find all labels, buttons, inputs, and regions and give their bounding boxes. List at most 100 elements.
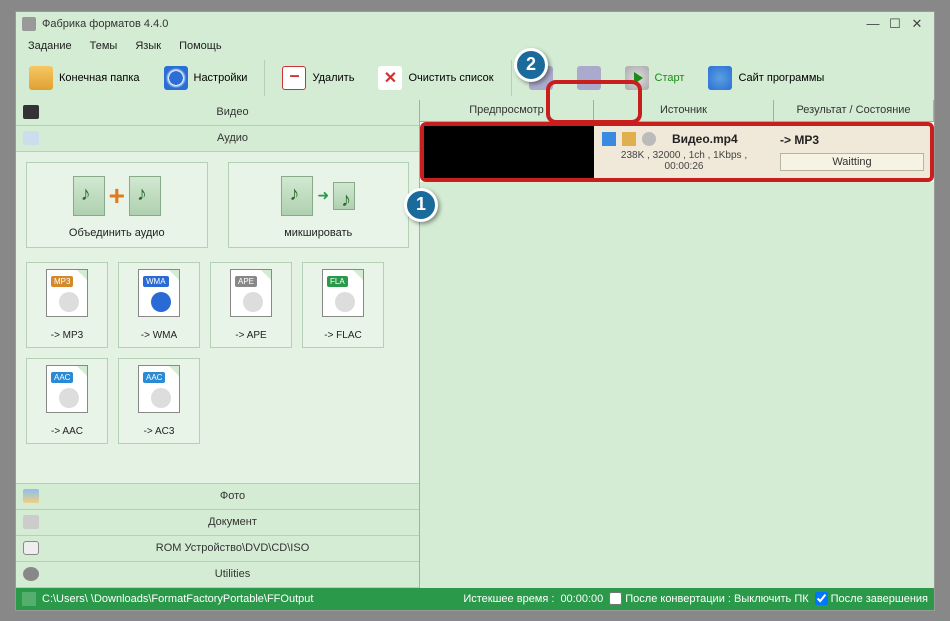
wma-file-icon: WMA [138, 269, 180, 317]
video-icon [23, 105, 39, 119]
menu-task[interactable]: Задание [20, 38, 80, 54]
plus-icon: + [109, 180, 125, 212]
statusbar: C:\Users\ \Downloads\FormatFactoryPortab… [16, 588, 934, 610]
output-folder-label: Конечная папка [59, 72, 140, 84]
category-video[interactable]: Видео [16, 100, 419, 126]
note-icon [333, 182, 355, 210]
folder-icon[interactable] [22, 592, 36, 606]
output-path[interactable]: C:\Users\ \Downloads\FormatFactoryPortab… [42, 593, 313, 605]
category-audio[interactable]: Аудио [16, 126, 419, 152]
start-button[interactable]: Старт [616, 61, 694, 95]
to-ape-tile[interactable]: APE -> APE [210, 262, 292, 348]
info-icon[interactable] [602, 132, 616, 146]
task-fileinfo: 238K , 32000 , 1ch , 1Kbps , 00:00:26 [602, 150, 766, 172]
category-rom-label: ROM Устройство\DVD\CD\ISO [46, 542, 419, 554]
category-photo-label: Фото [46, 490, 419, 502]
folder-icon[interactable] [622, 132, 636, 146]
picture-icon [23, 489, 39, 503]
task-state: Waitting [780, 153, 924, 171]
website-label: Сайт программы [738, 72, 824, 84]
task-source-cell: Видео.mp4 238K , 32000 , 1ch , 1Kbps , 0… [594, 126, 774, 178]
pause-button[interactable] [568, 61, 610, 95]
task-target: -> MP3 [780, 133, 924, 147]
to-ac3-tile[interactable]: AAC -> AC3 [118, 358, 200, 444]
ape-file-icon: APE [230, 269, 272, 317]
to-mp3-tile[interactable]: MP3 -> MP3 [26, 262, 108, 348]
category-document[interactable]: Документ [16, 510, 419, 536]
task-filename: Видео.mp4 [672, 132, 738, 146]
clear-icon [378, 66, 402, 90]
join-audio-tile[interactable]: + Объединить аудио [26, 162, 208, 248]
col-preview[interactable]: Предпросмотр [420, 100, 594, 121]
col-result[interactable]: Результат / Состояние [774, 100, 934, 121]
disc-icon [23, 541, 39, 555]
to-aac-tile[interactable]: AAC -> AAC [26, 358, 108, 444]
to-wma-tile[interactable]: WMA -> WMA [118, 262, 200, 348]
task-list-panel: Предпросмотр Источник Результат / Состоя… [420, 100, 934, 588]
to-ac3-label: -> AC3 [144, 426, 175, 437]
close-button[interactable]: ✕ [906, 16, 928, 32]
minimize-button[interactable]: — [862, 16, 884, 32]
utilities-icon [23, 567, 39, 581]
col-source[interactable]: Источник [594, 100, 774, 121]
note-icon [129, 176, 161, 216]
note-icon [281, 176, 313, 216]
annotation-badge-2: 2 [514, 48, 548, 82]
website-button[interactable]: Сайт программы [699, 61, 833, 95]
maximize-button[interactable]: ☐ [884, 16, 906, 32]
aac-file-icon: AAC [46, 365, 88, 413]
note-icon [73, 176, 105, 216]
clear-list-button[interactable]: Очистить список [369, 61, 502, 95]
category-rom[interactable]: ROM Устройство\DVD\CD\ISO [16, 536, 419, 562]
start-label: Старт [655, 72, 685, 84]
shutdown-after-checkbox[interactable]: После конвертации : Выключить ПК [609, 592, 808, 605]
toolbar-divider [511, 60, 512, 96]
mix-audio-label: микшировать [233, 227, 405, 239]
clear-list-label: Очистить список [408, 72, 493, 84]
to-mp3-label: -> MP3 [51, 330, 84, 341]
audio-icon [23, 131, 39, 145]
after-complete-checkbox-input[interactable] [815, 592, 828, 605]
category-audio-label: Аудио [46, 132, 419, 144]
mp3-file-icon: MP3 [46, 269, 88, 317]
category-utilities[interactable]: Utilities [16, 562, 419, 588]
annotation-badge-1: 1 [404, 188, 438, 222]
category-video-label: Видео [46, 106, 419, 118]
after-complete-checkbox[interactable]: После завершения [815, 592, 928, 605]
audio-panel: + Объединить аудио ➜ микшировать [16, 152, 419, 484]
delete-button[interactable]: Удалить [273, 61, 363, 95]
gear-icon [164, 66, 188, 90]
play-icon [625, 66, 649, 90]
folder-icon [29, 66, 53, 90]
menubar: Задание Темы Язык Помощь [16, 36, 934, 56]
category-document-label: Документ [46, 516, 419, 528]
task-result-cell: -> MP3 Waitting [774, 126, 930, 178]
left-panel: Видео Аудио + Объединить аудио [16, 100, 420, 588]
elapsed-value: 00:00:00 [560, 593, 603, 605]
to-wma-label: -> WMA [141, 330, 177, 341]
to-ape-label: -> APE [235, 330, 266, 341]
to-flac-tile[interactable]: FLA -> FLAC [302, 262, 384, 348]
settings-label: Настройки [194, 72, 248, 84]
to-aac-label: -> AAC [51, 426, 83, 437]
ac3-file-icon: AAC [138, 365, 180, 413]
globe-icon [708, 66, 732, 90]
column-headers: Предпросмотр Источник Результат / Состоя… [420, 100, 934, 122]
app-window: Фабрика форматов 4.4.0 — ☐ ✕ Задание Тем… [15, 11, 935, 611]
titlebar: Фабрика форматов 4.4.0 — ☐ ✕ [16, 12, 934, 36]
category-utilities-label: Utilities [46, 568, 419, 580]
mix-audio-tile[interactable]: ➜ микшировать [228, 162, 410, 248]
settings-button[interactable]: Настройки [155, 61, 257, 95]
delete-label: Удалить [312, 72, 354, 84]
shutdown-checkbox-input[interactable] [609, 592, 622, 605]
output-folder-button[interactable]: Конечная папка [20, 61, 149, 95]
toolbar: Конечная папка Настройки Удалить Очистит… [16, 56, 934, 100]
menu-lang[interactable]: Язык [127, 38, 169, 54]
menu-themes[interactable]: Темы [82, 38, 126, 54]
gear-icon[interactable] [642, 132, 656, 146]
task-row[interactable]: Видео.mp4 238K , 32000 , 1ch , 1Kbps , 0… [420, 122, 934, 182]
window-title: Фабрика форматов 4.4.0 [42, 18, 862, 30]
category-photo[interactable]: Фото [16, 484, 419, 510]
document-icon [23, 515, 39, 529]
menu-help[interactable]: Помощь [171, 38, 230, 54]
